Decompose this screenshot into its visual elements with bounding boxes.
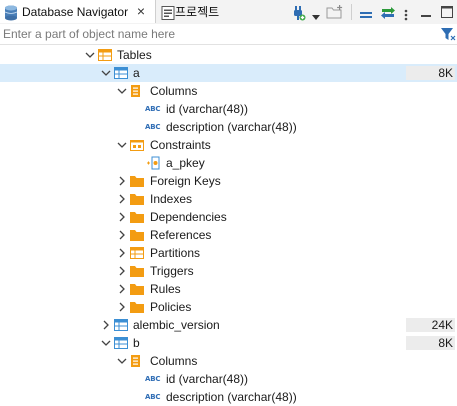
tree-node-foreign-keys[interactable]: Foreign Keys — [0, 172, 457, 190]
tree-node-column-id[interactable]: ABC id (varchar(48)) — [0, 370, 457, 388]
tree-node-label: Columns — [150, 84, 198, 98]
chevron-right-icon[interactable] — [116, 262, 128, 280]
toolbar-separator — [351, 4, 352, 20]
tree-node-table-b[interactable]: b 8K — [0, 334, 457, 352]
chevron-down-icon[interactable] — [100, 64, 112, 82]
tree-node-label: Tables — [117, 48, 152, 62]
tab-label: Database Navigator — [22, 4, 129, 19]
table-size-badge: 8K — [406, 336, 455, 350]
chevron-right-icon[interactable] — [100, 316, 112, 334]
tree-node-label: description (varchar(48)) — [166, 120, 297, 134]
tree-node-label: Foreign Keys — [150, 174, 221, 188]
tree-node-indexes[interactable]: Indexes — [0, 190, 457, 208]
table-icon — [114, 67, 128, 79]
tree-node-label: Dependencies — [150, 210, 227, 224]
tree-node-column-description[interactable]: ABC description (varchar(48)) — [0, 388, 457, 406]
tree-node-label: id (varchar(48)) — [166, 372, 249, 386]
folder-icon — [130, 212, 144, 223]
folder-icon — [130, 266, 144, 277]
columns-folder-icon — [131, 85, 140, 97]
string-column-icon: ABC — [145, 123, 161, 131]
tree-node-label: a_pkey — [166, 156, 205, 170]
tab-database-navigator[interactable]: Database Navigator × — [0, 0, 156, 23]
collapse-all-icon[interactable] — [359, 5, 373, 23]
string-column-icon: ABC — [145, 393, 161, 401]
tree-node-label: Partitions — [150, 246, 201, 260]
folder-icon — [130, 194, 144, 205]
tree-node-label: Triggers — [150, 264, 194, 278]
tree-node-table-alembic-version[interactable]: alembic_version 24K — [0, 316, 457, 334]
connect-plug-icon[interactable] — [290, 4, 306, 22]
tree-node-label: a — [133, 66, 140, 80]
chevron-down-icon[interactable] — [100, 334, 112, 352]
tree-node-dependencies[interactable]: Dependencies — [0, 208, 457, 226]
chevron-right-icon[interactable] — [116, 172, 128, 190]
chevron-right-icon[interactable] — [116, 208, 128, 226]
tree-node-label: Indexes — [150, 192, 193, 206]
tree-node-rules[interactable]: Rules — [0, 280, 457, 298]
chevron-down-icon[interactable] — [84, 46, 96, 64]
tree-node-label: alembic_version — [133, 318, 220, 332]
chevron-right-icon[interactable] — [116, 280, 128, 298]
view-toolbar: Database Navigator × 프로젝트 — [0, 0, 457, 25]
partitions-table-icon — [130, 247, 144, 259]
chevron-right-icon[interactable] — [116, 244, 128, 262]
tree-node-policies[interactable]: Policies — [0, 298, 457, 316]
minimize-icon[interactable] — [420, 7, 432, 25]
tree-node-constraints[interactable]: Constraints — [0, 136, 457, 154]
table-size-badge: 8K — [406, 66, 455, 80]
tree-node-tables[interactable]: Tables — [0, 46, 457, 64]
chevron-right-icon[interactable] — [116, 298, 128, 316]
tree-node-label: Columns — [150, 354, 198, 368]
close-icon[interactable]: × — [134, 4, 148, 18]
folder-icon — [130, 230, 144, 241]
tree-node-label: References — [150, 228, 212, 242]
chevron-right-icon[interactable] — [116, 226, 128, 244]
tree-node-columns[interactable]: Columns — [0, 82, 457, 100]
tree-node-label: Policies — [150, 300, 192, 314]
tree-node-pkey[interactable]: a_pkey — [0, 154, 457, 172]
tree-node-label: b — [133, 336, 140, 350]
tree-node-label: Constraints — [150, 138, 211, 152]
tree-node-references[interactable]: References — [0, 226, 457, 244]
object-filter-input[interactable] — [0, 24, 430, 44]
chevron-right-icon[interactable] — [116, 190, 128, 208]
link-editor-icon[interactable] — [380, 3, 396, 21]
constraints-folder-icon — [130, 140, 144, 151]
tree-node-columns[interactable]: Columns — [0, 352, 457, 370]
chevron-down-icon[interactable] — [116, 352, 128, 370]
project-icon — [161, 6, 175, 20]
string-column-icon: ABC — [145, 105, 161, 113]
primary-key-icon — [147, 156, 160, 170]
tree-node-triggers[interactable]: Triggers — [0, 262, 457, 280]
table-icon — [114, 337, 128, 349]
tree-node-column-description[interactable]: ABC description (varchar(48)) — [0, 118, 457, 136]
string-column-icon: ABC — [145, 375, 161, 383]
table-size-badge: 24K — [406, 318, 455, 332]
tree-node-label: Rules — [150, 282, 181, 296]
folder-icon — [130, 284, 144, 295]
folder-icon — [130, 176, 144, 187]
database-icon — [4, 5, 18, 21]
table-icon — [114, 319, 128, 331]
filter-bar — [0, 24, 457, 45]
tree-node-label: id (varchar(48)) — [166, 102, 249, 116]
chevron-down-icon[interactable] — [116, 136, 128, 154]
columns-folder-icon — [131, 355, 140, 367]
new-folder-icon[interactable] — [326, 3, 344, 21]
tab-label: 프로젝트 — [175, 5, 220, 19]
folder-icon — [130, 302, 144, 313]
tables-folder-icon — [98, 49, 112, 61]
chevron-down-icon[interactable] — [116, 82, 128, 100]
tree-node-partitions[interactable]: Partitions — [0, 244, 457, 262]
view-menu-icon[interactable] — [404, 6, 408, 24]
tree-node-label: description (varchar(48)) — [166, 390, 297, 404]
maximize-icon[interactable] — [440, 3, 454, 21]
tree-node-table-a[interactable]: a 8K — [0, 64, 457, 82]
tab-project[interactable]: 프로젝트 — [159, 0, 269, 23]
filter-icon[interactable] — [440, 27, 456, 42]
tree-node-column-id[interactable]: ABC id (varchar(48)) — [0, 100, 457, 118]
